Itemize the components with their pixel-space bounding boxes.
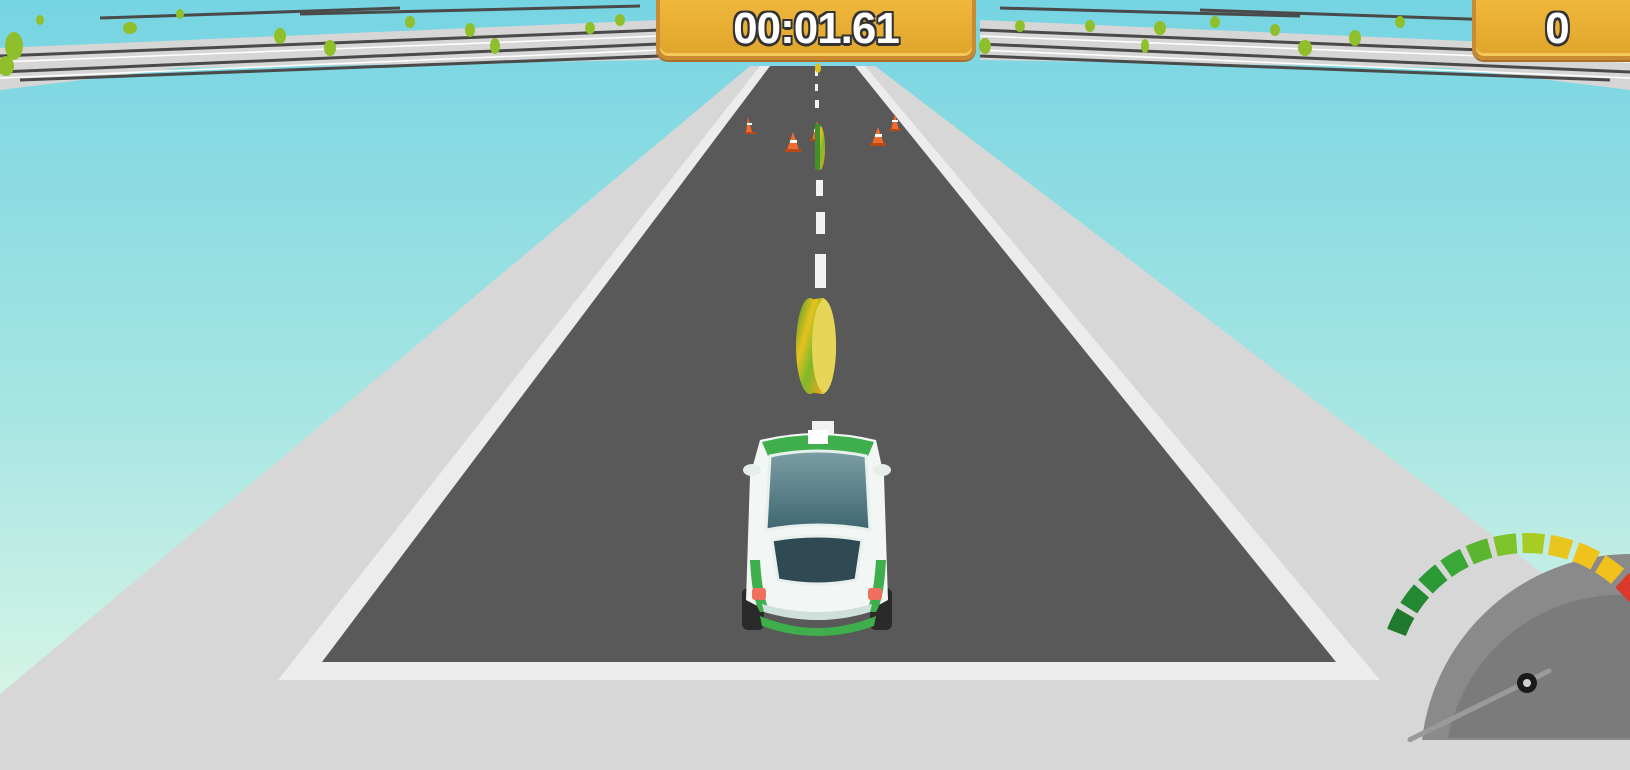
score-panel: 0 — [1472, 0, 1630, 60]
race-timer: 00:01.61 — [733, 4, 900, 53]
game-scene — [0, 0, 1630, 770]
player-car — [742, 430, 892, 636]
timer-panel: 00:01.61 — [656, 0, 976, 60]
game-viewport[interactable]: 00:01.61 0 — [0, 0, 1630, 770]
coin-score: 0 — [1545, 4, 1570, 53]
speedometer-hub-cap — [1523, 679, 1531, 687]
coin-icon — [796, 298, 836, 394]
speedometer-segment — [1522, 533, 1545, 554]
